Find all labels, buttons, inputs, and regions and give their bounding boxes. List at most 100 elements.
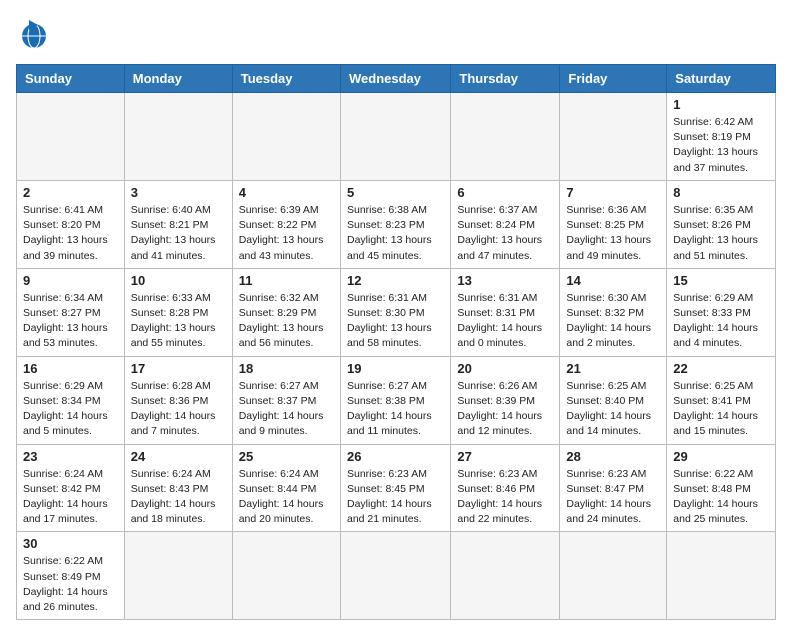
day-number: 2 — [23, 185, 118, 200]
col-header-thursday: Thursday — [451, 65, 560, 93]
day-cell: 7 Sunrise: 6:36 AM Sunset: 8:25 PM Daylig… — [560, 180, 667, 268]
day-info: Sunrise: 6:37 AM Sunset: 8:24 PM Dayligh… — [457, 203, 553, 264]
day-cell — [451, 532, 560, 620]
day-info: Sunrise: 6:30 AM Sunset: 8:32 PM Dayligh… — [566, 291, 660, 352]
day-number: 13 — [457, 273, 553, 288]
day-info: Sunrise: 6:31 AM Sunset: 8:30 PM Dayligh… — [347, 291, 444, 352]
day-cell: 11 Sunrise: 6:32 AM Sunset: 8:29 PM Dayli… — [232, 268, 340, 356]
day-info: Sunrise: 6:38 AM Sunset: 8:23 PM Dayligh… — [347, 203, 444, 264]
day-number: 29 — [673, 449, 769, 464]
day-number: 27 — [457, 449, 553, 464]
day-cell — [667, 532, 776, 620]
day-info: Sunrise: 6:24 AM Sunset: 8:44 PM Dayligh… — [239, 467, 334, 528]
day-info: Sunrise: 6:41 AM Sunset: 8:20 PM Dayligh… — [23, 203, 118, 264]
day-cell: 10 Sunrise: 6:33 AM Sunset: 8:28 PM Dayli… — [124, 268, 232, 356]
day-cell — [560, 93, 667, 181]
day-info: Sunrise: 6:33 AM Sunset: 8:28 PM Dayligh… — [131, 291, 226, 352]
day-cell: 8Sunrise: 6:35 AM Sunset: 8:26 PM Daylig… — [667, 180, 776, 268]
day-number: 22 — [673, 361, 769, 376]
week-row-5: 23 Sunrise: 6:24 AM Sunset: 8:42 PM Dayli… — [17, 444, 776, 532]
day-cell: 21 Sunrise: 6:25 AM Sunset: 8:40 PM Dayli… — [560, 356, 667, 444]
day-cell: 25 Sunrise: 6:24 AM Sunset: 8:44 PM Dayli… — [232, 444, 340, 532]
day-number: 5 — [347, 185, 444, 200]
day-cell: 5 Sunrise: 6:38 AM Sunset: 8:23 PM Daylig… — [340, 180, 450, 268]
week-row-6: 30 Sunrise: 6:22 AM Sunset: 8:49 PM Dayli… — [17, 532, 776, 620]
day-info: Sunrise: 6:23 AM Sunset: 8:45 PM Dayligh… — [347, 467, 444, 528]
day-cell: 2 Sunrise: 6:41 AM Sunset: 8:20 PM Daylig… — [17, 180, 125, 268]
day-cell: 28Sunrise: 6:23 AM Sunset: 8:47 PM Dayli… — [560, 444, 667, 532]
calendar-header-row: SundayMondayTuesdayWednesdayThursdayFrid… — [17, 65, 776, 93]
day-cell — [340, 532, 450, 620]
col-header-monday: Monday — [124, 65, 232, 93]
day-info: Sunrise: 6:36 AM Sunset: 8:25 PM Dayligh… — [566, 203, 660, 264]
day-cell: 24Sunrise: 6:24 AM Sunset: 8:43 PM Dayli… — [124, 444, 232, 532]
day-number: 28 — [566, 449, 660, 464]
day-number: 10 — [131, 273, 226, 288]
day-info: Sunrise: 6:31 AM Sunset: 8:31 PM Dayligh… — [457, 291, 553, 352]
day-number: 25 — [239, 449, 334, 464]
col-header-wednesday: Wednesday — [340, 65, 450, 93]
day-number: 15 — [673, 273, 769, 288]
day-number: 30 — [23, 536, 118, 551]
logo — [16, 16, 58, 52]
day-cell: 6Sunrise: 6:37 AM Sunset: 8:24 PM Daylig… — [451, 180, 560, 268]
page-header — [16, 16, 776, 52]
col-header-saturday: Saturday — [667, 65, 776, 93]
day-info: Sunrise: 6:28 AM Sunset: 8:36 PM Dayligh… — [131, 379, 226, 440]
day-info: Sunrise: 6:29 AM Sunset: 8:34 PM Dayligh… — [23, 379, 118, 440]
day-info: Sunrise: 6:32 AM Sunset: 8:29 PM Dayligh… — [239, 291, 334, 352]
day-cell: 4 Sunrise: 6:39 AM Sunset: 8:22 PM Daylig… — [232, 180, 340, 268]
day-number: 7 — [566, 185, 660, 200]
col-header-sunday: Sunday — [17, 65, 125, 93]
day-cell: 1 Sunrise: 6:42 AM Sunset: 8:19 PM Daylig… — [667, 93, 776, 181]
day-info: Sunrise: 6:42 AM Sunset: 8:19 PM Dayligh… — [673, 115, 769, 176]
day-number: 3 — [131, 185, 226, 200]
day-cell: 16Sunrise: 6:29 AM Sunset: 8:34 PM Dayli… — [17, 356, 125, 444]
day-number: 12 — [347, 273, 444, 288]
day-cell — [232, 93, 340, 181]
day-info: Sunrise: 6:25 AM Sunset: 8:40 PM Dayligh… — [566, 379, 660, 440]
week-row-4: 16Sunrise: 6:29 AM Sunset: 8:34 PM Dayli… — [17, 356, 776, 444]
day-info: Sunrise: 6:39 AM Sunset: 8:22 PM Dayligh… — [239, 203, 334, 264]
day-info: Sunrise: 6:23 AM Sunset: 8:46 PM Dayligh… — [457, 467, 553, 528]
day-info: Sunrise: 6:24 AM Sunset: 8:42 PM Dayligh… — [23, 467, 118, 528]
day-number: 8 — [673, 185, 769, 200]
day-info: Sunrise: 6:40 AM Sunset: 8:21 PM Dayligh… — [131, 203, 226, 264]
week-row-1: 1 Sunrise: 6:42 AM Sunset: 8:19 PM Daylig… — [17, 93, 776, 181]
day-number: 20 — [457, 361, 553, 376]
day-number: 1 — [673, 97, 769, 112]
col-header-tuesday: Tuesday — [232, 65, 340, 93]
day-number: 17 — [131, 361, 226, 376]
day-number: 11 — [239, 273, 334, 288]
day-cell: 3 Sunrise: 6:40 AM Sunset: 8:21 PM Daylig… — [124, 180, 232, 268]
day-cell — [124, 532, 232, 620]
day-cell: 17 Sunrise: 6:28 AM Sunset: 8:36 PM Dayli… — [124, 356, 232, 444]
day-number: 18 — [239, 361, 334, 376]
day-info: Sunrise: 6:22 AM Sunset: 8:48 PM Dayligh… — [673, 467, 769, 528]
day-cell — [17, 93, 125, 181]
calendar-table: SundayMondayTuesdayWednesdayThursdayFrid… — [16, 64, 776, 620]
day-cell: 9Sunrise: 6:34 AM Sunset: 8:27 PM Daylig… — [17, 268, 125, 356]
day-info: Sunrise: 6:22 AM Sunset: 8:49 PM Dayligh… — [23, 554, 118, 615]
week-row-3: 9Sunrise: 6:34 AM Sunset: 8:27 PM Daylig… — [17, 268, 776, 356]
day-cell: 23 Sunrise: 6:24 AM Sunset: 8:42 PM Dayli… — [17, 444, 125, 532]
day-cell — [451, 93, 560, 181]
logo-icon — [16, 16, 52, 52]
day-number: 23 — [23, 449, 118, 464]
day-cell: 13 Sunrise: 6:31 AM Sunset: 8:31 PM Dayli… — [451, 268, 560, 356]
day-number: 21 — [566, 361, 660, 376]
day-cell: 29 Sunrise: 6:22 AM Sunset: 8:48 PM Dayli… — [667, 444, 776, 532]
day-info: Sunrise: 6:27 AM Sunset: 8:37 PM Dayligh… — [239, 379, 334, 440]
day-info: Sunrise: 6:26 AM Sunset: 8:39 PM Dayligh… — [457, 379, 553, 440]
day-info: Sunrise: 6:34 AM Sunset: 8:27 PM Dayligh… — [23, 291, 118, 352]
day-cell: 18 Sunrise: 6:27 AM Sunset: 8:37 PM Dayli… — [232, 356, 340, 444]
day-number: 4 — [239, 185, 334, 200]
week-row-2: 2 Sunrise: 6:41 AM Sunset: 8:20 PM Daylig… — [17, 180, 776, 268]
day-cell: 30 Sunrise: 6:22 AM Sunset: 8:49 PM Dayli… — [17, 532, 125, 620]
day-cell — [232, 532, 340, 620]
col-header-friday: Friday — [560, 65, 667, 93]
day-info: Sunrise: 6:27 AM Sunset: 8:38 PM Dayligh… — [347, 379, 444, 440]
day-cell — [560, 532, 667, 620]
day-info: Sunrise: 6:24 AM Sunset: 8:43 PM Dayligh… — [131, 467, 226, 528]
day-cell: 12 Sunrise: 6:31 AM Sunset: 8:30 PM Dayli… — [340, 268, 450, 356]
